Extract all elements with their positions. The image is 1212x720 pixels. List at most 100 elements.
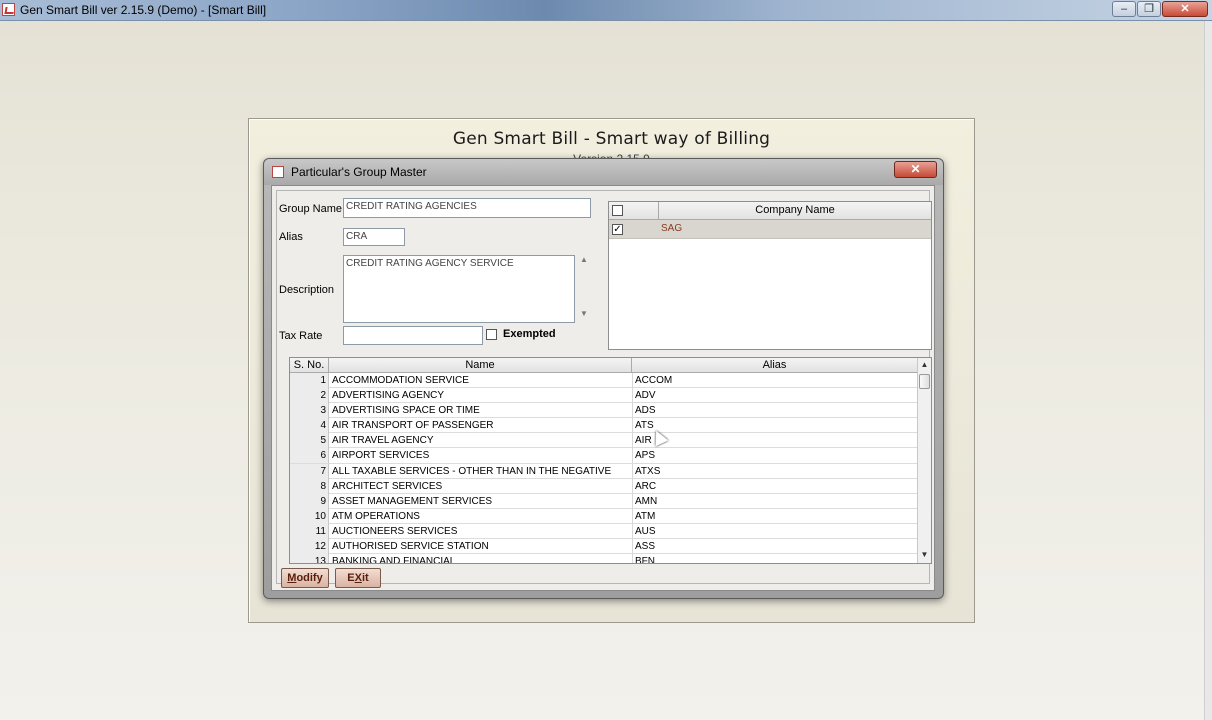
restore-button[interactable]: ❐ bbox=[1137, 1, 1161, 17]
company-select-all-cell bbox=[609, 202, 659, 220]
table-row[interactable]: 8 ARCHITECT SERVICES ARC bbox=[290, 478, 917, 494]
column-divider bbox=[632, 433, 633, 449]
row-name: AUCTIONEERS SERVICES bbox=[332, 525, 458, 537]
close-window-button[interactable]: ✕ bbox=[1162, 1, 1208, 17]
col-header-alias[interactable]: Alias bbox=[632, 358, 917, 373]
row-alias: AIR bbox=[635, 435, 652, 447]
exit-mnemonic: X bbox=[354, 572, 362, 584]
col-header-name[interactable]: Name bbox=[329, 358, 632, 373]
dialog-body: Group Name CREDIT RATING AGENCIES Alias … bbox=[271, 185, 935, 591]
row-name: ALL TAXABLE SERVICES - OTHER THAN IN THE… bbox=[332, 465, 612, 477]
description-scroll-up-icon[interactable]: ▲ bbox=[578, 255, 590, 264]
row-sno: 6 bbox=[290, 448, 329, 464]
row-sno: 2 bbox=[290, 388, 329, 404]
table-row[interactable]: 3 ADVERTISING SPACE OR TIME ADS bbox=[290, 403, 917, 419]
description-scroll-down-icon[interactable]: ▼ bbox=[578, 309, 590, 318]
row-alias: ATXS bbox=[635, 465, 661, 477]
dialog-close-button[interactable]: ✕ bbox=[894, 161, 937, 178]
window-scrollbar[interactable] bbox=[1204, 21, 1212, 720]
column-divider bbox=[632, 493, 633, 509]
row-sno: 10 bbox=[290, 508, 329, 524]
company-table: Company Name ✓ SAG bbox=[608, 201, 932, 350]
description-label: Description bbox=[279, 284, 335, 296]
description-textarea[interactable]: CREDIT RATING AGENCY SERVICE bbox=[343, 255, 575, 323]
modify-label: odify bbox=[296, 572, 323, 584]
tax-rate-input[interactable] bbox=[343, 326, 483, 345]
form-frame: Group Name CREDIT RATING AGENCIES Alias … bbox=[276, 190, 932, 588]
dialog-app-icon bbox=[272, 166, 284, 178]
group-master-dialog: Particular's Group Master ✕ Group Name C… bbox=[263, 158, 944, 599]
minimize-button[interactable]: – bbox=[1112, 1, 1136, 17]
select-all-checkbox[interactable] bbox=[612, 205, 623, 216]
group-name-label: Group Name bbox=[279, 203, 342, 215]
company-name-header[interactable]: Company Name bbox=[659, 204, 931, 216]
modify-button[interactable]: Modify bbox=[281, 568, 329, 588]
column-divider bbox=[632, 403, 633, 419]
group-list-grid: S. No. Name Alias 1 ACCOMMODATION SERVICE… bbox=[289, 357, 932, 564]
scroll-down-icon[interactable]: ▼ bbox=[918, 548, 931, 562]
table-row[interactable]: 2 ADVERTISING AGENCY ADV bbox=[290, 388, 917, 404]
table-row[interactable]: 7 ALL TAXABLE SERVICES - OTHER THAN IN TH… bbox=[290, 463, 917, 479]
row-alias: ACCOM bbox=[635, 375, 673, 386]
company-row[interactable]: ✓ SAG bbox=[609, 220, 931, 239]
row-name: AIRPORT SERVICES bbox=[332, 450, 430, 462]
panel-heading: Gen Smart Bill - Smart way of Billing bbox=[452, 129, 771, 149]
row-sno: 13 bbox=[290, 554, 329, 563]
table-row[interactable]: 4 AIR TRANSPORT OF PASSENGER ATS bbox=[290, 418, 917, 434]
window-titlebar: Gen Smart Bill ver 2.15.9 (Demo) - [Smar… bbox=[0, 0, 1212, 21]
exit-button[interactable]: EXit bbox=[335, 568, 381, 588]
row-sno: 5 bbox=[290, 433, 329, 449]
column-divider bbox=[632, 478, 633, 494]
table-row[interactable]: 11 AUCTIONEERS SERVICES AUS bbox=[290, 523, 917, 540]
column-divider bbox=[632, 448, 633, 464]
scroll-up-icon[interactable]: ▲ bbox=[918, 358, 931, 372]
col-header-sno[interactable]: S. No. bbox=[290, 358, 329, 373]
row-alias: APS bbox=[635, 450, 656, 462]
row-sno: 1 bbox=[290, 373, 329, 388]
company-checkbox-checked[interactable]: ✓ bbox=[612, 224, 623, 235]
column-divider bbox=[632, 539, 633, 555]
table-row[interactable]: 9 ASSET MANAGEMENT SERVICES AMN bbox=[290, 493, 917, 509]
app-icon bbox=[2, 3, 15, 16]
row-name: AUTHORISED SERVICE STATION bbox=[332, 541, 489, 553]
exit-label: it bbox=[361, 572, 369, 584]
table-row[interactable]: 6 AIRPORT SERVICES APS bbox=[290, 448, 917, 464]
scroll-thumb[interactable] bbox=[919, 374, 930, 389]
row-name: ATM OPERATIONS bbox=[332, 510, 420, 522]
group-name-input[interactable]: CREDIT RATING AGENCIES bbox=[343, 198, 591, 218]
table-row[interactable]: 1 ACCOMMODATION SERVICE ACCOM bbox=[290, 373, 917, 389]
column-divider bbox=[632, 508, 633, 524]
row-alias: BFN bbox=[635, 556, 655, 564]
grid-scrollbar[interactable]: ▲ ▼ bbox=[917, 358, 931, 563]
row-name: ADVERTISING AGENCY bbox=[332, 390, 445, 402]
table-row[interactable]: 13 BANKING AND FINANCIAL BFN bbox=[290, 554, 917, 564]
table-row[interactable]: 12 AUTHORISED SERVICE STATION ASS bbox=[290, 539, 917, 555]
dialog-titlebar[interactable]: Particular's Group Master ✕ bbox=[264, 159, 943, 185]
row-alias: ASS bbox=[635, 541, 656, 553]
column-divider bbox=[632, 463, 633, 479]
row-alias: ARC bbox=[635, 480, 657, 492]
row-sno: 4 bbox=[290, 418, 329, 434]
exit-label-pre: E bbox=[347, 572, 355, 584]
row-sno: 8 bbox=[290, 478, 329, 494]
row-alias: ADV bbox=[635, 390, 656, 402]
row-name: AIR TRANSPORT OF PASSENGER bbox=[332, 420, 494, 432]
exempted-label: Exempted bbox=[503, 328, 556, 340]
row-alias: ADS bbox=[635, 405, 656, 417]
table-row[interactable]: 10 ATM OPERATIONS ATM bbox=[290, 508, 917, 524]
company-name-cell: SAG bbox=[661, 223, 683, 234]
column-divider bbox=[632, 523, 633, 539]
dialog-title: Particular's Group Master bbox=[291, 165, 427, 179]
column-divider bbox=[632, 388, 633, 404]
window-title: Gen Smart Bill ver 2.15.9 (Demo) - [Smar… bbox=[20, 3, 267, 17]
row-alias: ATS bbox=[635, 420, 654, 432]
column-divider bbox=[632, 373, 633, 388]
tax-rate-label: Tax Rate bbox=[279, 330, 323, 342]
alias-input[interactable]: CRA bbox=[343, 228, 405, 246]
row-alias: ATM bbox=[635, 510, 656, 522]
company-table-header: Company Name bbox=[609, 202, 931, 220]
exempted-checkbox[interactable] bbox=[486, 329, 497, 340]
row-sno: 9 bbox=[290, 493, 329, 509]
table-row[interactable]: 5 AIR TRAVEL AGENCY AIR bbox=[290, 433, 917, 449]
column-divider bbox=[632, 418, 633, 434]
